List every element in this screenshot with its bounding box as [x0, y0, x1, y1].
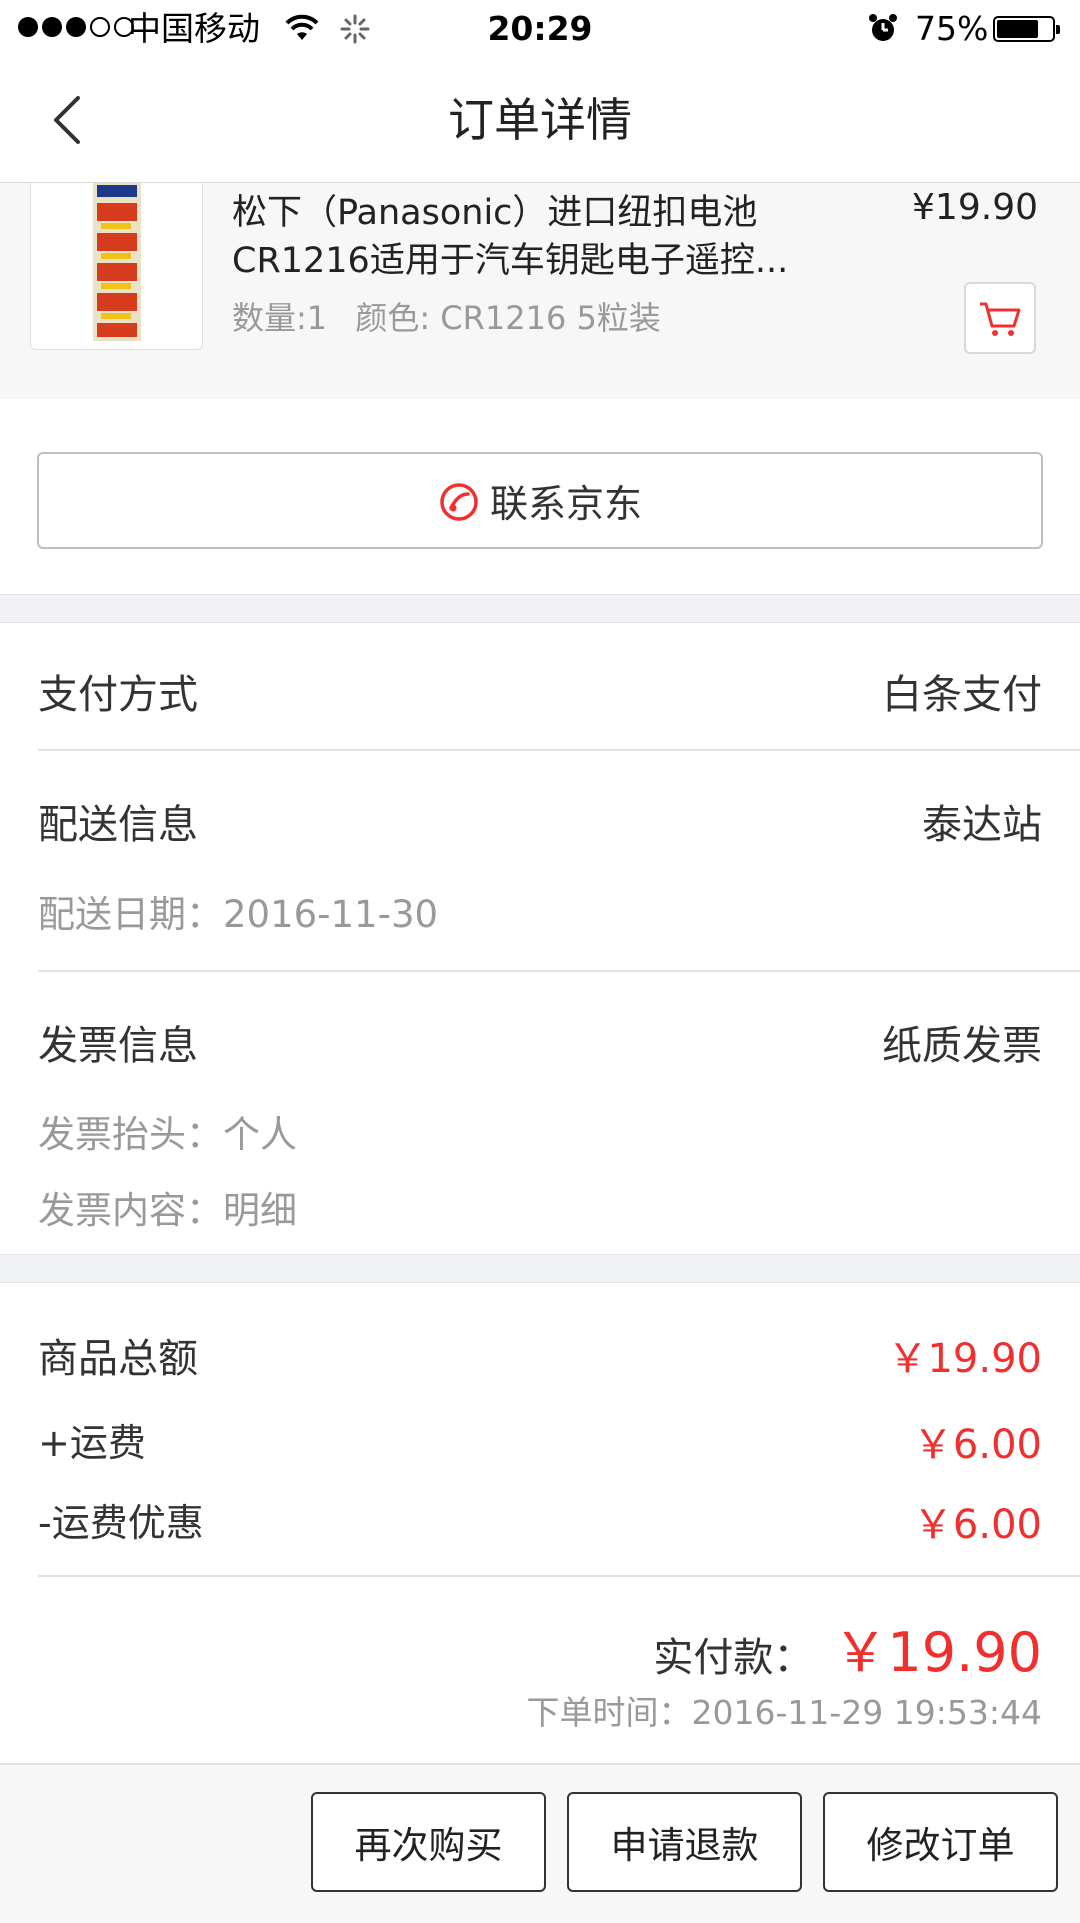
- invoice-info-label: 发票信息: [38, 1023, 198, 1069]
- product-color: 颜色: CR1216 5粒装: [355, 299, 661, 337]
- invoice-title: 发票抬头：个人: [38, 1104, 297, 1158]
- order-time: 下单时间：2016-11-29 19:53:44: [527, 1686, 1042, 1734]
- cart-icon: [980, 302, 1021, 336]
- battery-icon: [993, 16, 1060, 42]
- shipping-discount-value: ￥6.00: [912, 1502, 1042, 1548]
- subtotal-value: ￥19.90: [887, 1336, 1042, 1382]
- divider: [38, 1575, 1080, 1577]
- contact-jd-button[interactable]: 联系京东: [37, 452, 1043, 549]
- customer-service-icon: [440, 482, 478, 521]
- invoice-content: 发票内容：明细: [38, 1180, 297, 1234]
- subtotal-label: 商品总额: [38, 1336, 198, 1382]
- invoice-title-label: 发票抬头：: [38, 1113, 223, 1156]
- request-refund-button[interactable]: 申请退款: [567, 1792, 802, 1892]
- payment-method-label: 支付方式: [38, 672, 198, 718]
- delivery-info-label: 配送信息: [38, 802, 198, 848]
- delivery-date: 配送日期：2016-11-30: [38, 884, 438, 938]
- product-name[interactable]: 松下（Panasonic）进口纽扣电池CR1216适用于汽车钥匙电子遥控...: [232, 189, 832, 285]
- invoice-content-label: 发票内容：: [38, 1189, 223, 1232]
- invoice-content-value: 明细: [223, 1189, 297, 1232]
- add-to-cart-button[interactable]: [964, 282, 1036, 354]
- navigation-bar: 订单详情: [0, 58, 1080, 184]
- battery-percent: 75%: [915, 9, 989, 48]
- rebuy-button[interactable]: 再次购买: [311, 1792, 546, 1892]
- shipping-value: ￥6.00: [912, 1422, 1042, 1468]
- shipping-label: +运费: [38, 1421, 146, 1465]
- product-item[interactable]: 松下（Panasonic）进口纽扣电池CR1216适用于汽车钥匙电子遥控... …: [0, 183, 1080, 399]
- paid-amount: 实付款： ￥19.90: [653, 1608, 1042, 1687]
- paid-label: 实付款：: [653, 1635, 814, 1681]
- product-price: ¥19.90: [912, 187, 1038, 228]
- delivery-date-label: 配送日期：: [38, 893, 223, 936]
- contact-jd-label: 联系京东: [489, 482, 642, 526]
- invoice-title-value: 个人: [223, 1113, 297, 1156]
- modify-order-button[interactable]: 修改订单: [823, 1792, 1058, 1892]
- payment-method-value: 白条支付: [882, 672, 1042, 718]
- invoice-type-value: 纸质发票: [882, 1023, 1042, 1069]
- divider: [38, 749, 1080, 751]
- order-time-label: 下单时间：: [526, 1693, 692, 1732]
- order-time-value: 2016-11-29 19:53:44: [691, 1693, 1042, 1732]
- delivery-station-value: 泰达站: [922, 802, 1042, 848]
- page-title: 订单详情: [448, 93, 632, 147]
- status-bar: 中国移动 20:29 75%: [0, 0, 1080, 58]
- paid-value: ￥19.90: [833, 1621, 1042, 1684]
- product-meta: 数量:1 颜色: CR1216 5粒装: [232, 293, 661, 339]
- shipping-discount-label: -运费优惠: [38, 1501, 204, 1545]
- product-image[interactable]: [30, 183, 203, 350]
- section-gap: [0, 1254, 1080, 1283]
- back-arrow-icon[interactable]: [44, 94, 96, 146]
- divider: [38, 970, 1080, 972]
- delivery-date-value: 2016-11-30: [223, 893, 439, 936]
- section-gap: [0, 594, 1080, 623]
- product-quantity: 数量:1: [232, 299, 328, 337]
- alarm-icon: [869, 14, 897, 41]
